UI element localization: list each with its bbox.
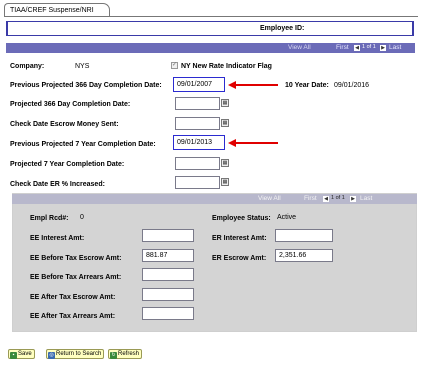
- er-interest-input[interactable]: [275, 229, 333, 242]
- emp-status-value: Active: [277, 214, 297, 221]
- proj-7yr-label: Projected 7 Year Completion Date:: [10, 161, 125, 168]
- first-link[interactable]: First: [336, 44, 349, 51]
- employee-id-box: Employee ID:: [6, 21, 414, 36]
- ee-after-arrears-label: EE After Tax Arrears Amt:: [30, 313, 116, 320]
- tab-underline: [4, 16, 418, 17]
- calendar-icon[interactable]: ▦: [221, 99, 229, 107]
- last-link[interactable]: Last: [360, 195, 372, 202]
- nri-flag-label: NY New Rate Indicator Flag: [181, 63, 272, 70]
- er-escrow-label: ER Escrow Amt:: [212, 255, 267, 262]
- ten-year-label: 10 Year Date:: [285, 82, 329, 89]
- next-arrow-icon[interactable]: ▶: [350, 196, 356, 202]
- ee-interest-label: EE Interest Amt:: [30, 235, 85, 242]
- refresh-icon: ↻: [110, 352, 117, 359]
- prev-366-input[interactable]: 09/01/2007: [173, 77, 225, 92]
- refresh-button[interactable]: ↻ Refresh: [108, 349, 143, 359]
- prev-7yr-input[interactable]: 09/01/2013: [173, 135, 225, 150]
- view-all-link[interactable]: View All: [258, 195, 281, 202]
- ee-before-arrears-input[interactable]: [142, 268, 194, 281]
- check-escrow-input[interactable]: [175, 117, 220, 130]
- company-label: Company:: [10, 63, 45, 70]
- calendar-icon[interactable]: ▦: [221, 119, 229, 127]
- first-link[interactable]: First: [304, 195, 317, 202]
- ee-before-escrow-input[interactable]: 881.87: [142, 249, 194, 262]
- empl-rcd-label: Empl Rcd#:: [30, 215, 69, 222]
- row-range: 1 of 1: [331, 195, 345, 201]
- er-interest-label: ER Interest Amt:: [212, 235, 267, 242]
- previous-arrow-icon[interactable]: ◀: [354, 45, 360, 51]
- nri-flag-checkbox[interactable]: ✓: [171, 62, 178, 69]
- check-er-label: Check Date ER % Increased:: [10, 181, 105, 188]
- return-to-search-button[interactable]: ◎ Return to Search: [46, 349, 105, 359]
- row-range: 1 of 1: [362, 44, 376, 50]
- empl-rcd-value: 0: [80, 214, 84, 221]
- ee-after-escrow-label: EE After Tax Escrow Amt:: [30, 294, 116, 301]
- ee-before-escrow-label: EE Before Tax Escrow Amt:: [30, 255, 122, 262]
- annotation-arrow-line-2: [235, 142, 278, 144]
- tab-tiaa-cref-suspense-nri[interactable]: TIAA/CREF Suspense/NRI: [4, 3, 110, 17]
- ee-interest-input[interactable]: [142, 229, 194, 242]
- prev-7yr-label: Previous Projected 7 Year Completion Dat…: [10, 141, 156, 148]
- check-er-input[interactable]: [175, 176, 220, 189]
- proj-366-input[interactable]: [175, 97, 220, 110]
- next-arrow-icon[interactable]: ▶: [380, 45, 386, 51]
- er-escrow-input[interactable]: 2,351.66: [275, 249, 333, 262]
- proj-7yr-input[interactable]: [175, 157, 220, 170]
- ee-before-arrears-label: EE Before Tax Arrears Amt:: [30, 274, 122, 281]
- last-link[interactable]: Last: [389, 44, 401, 51]
- emp-status-label: Employee Status:: [212, 215, 271, 222]
- view-all-link[interactable]: View All: [288, 44, 311, 51]
- employment-detail-panel: [12, 193, 417, 332]
- ee-after-escrow-input[interactable]: [142, 288, 194, 301]
- ten-year-value: 09/01/2016: [334, 82, 370, 89]
- previous-arrow-icon[interactable]: ◀: [323, 196, 329, 202]
- check-escrow-label: Check Date Escrow Money Sent:: [10, 121, 119, 128]
- ee-after-arrears-input[interactable]: [142, 307, 194, 320]
- search-icon: ◎: [48, 352, 55, 359]
- save-icon: ▪: [10, 352, 17, 359]
- lower-nav-bar: View All First ◀ 1 of 1 ▶ Last: [12, 194, 417, 204]
- return-to-search-label: Return to Search: [56, 351, 102, 357]
- upper-nav-bar: View All First ◀ 1 of 1 ▶ Last: [6, 43, 415, 53]
- company-value: NYS: [75, 63, 90, 70]
- prev-366-label: Previous Projected 366 Day Completion Da…: [10, 82, 162, 89]
- proj-366-label: Projected 366 Day Completion Date:: [10, 101, 131, 108]
- employee-id-label: Employee ID:: [260, 25, 305, 32]
- save-button[interactable]: ▪ Save: [8, 349, 35, 359]
- calendar-icon[interactable]: ▦: [221, 159, 229, 167]
- save-button-label: Save: [18, 351, 32, 357]
- calendar-icon[interactable]: ▦: [221, 178, 229, 186]
- annotation-arrow-line-1: [235, 84, 278, 86]
- refresh-button-label: Refresh: [118, 351, 140, 357]
